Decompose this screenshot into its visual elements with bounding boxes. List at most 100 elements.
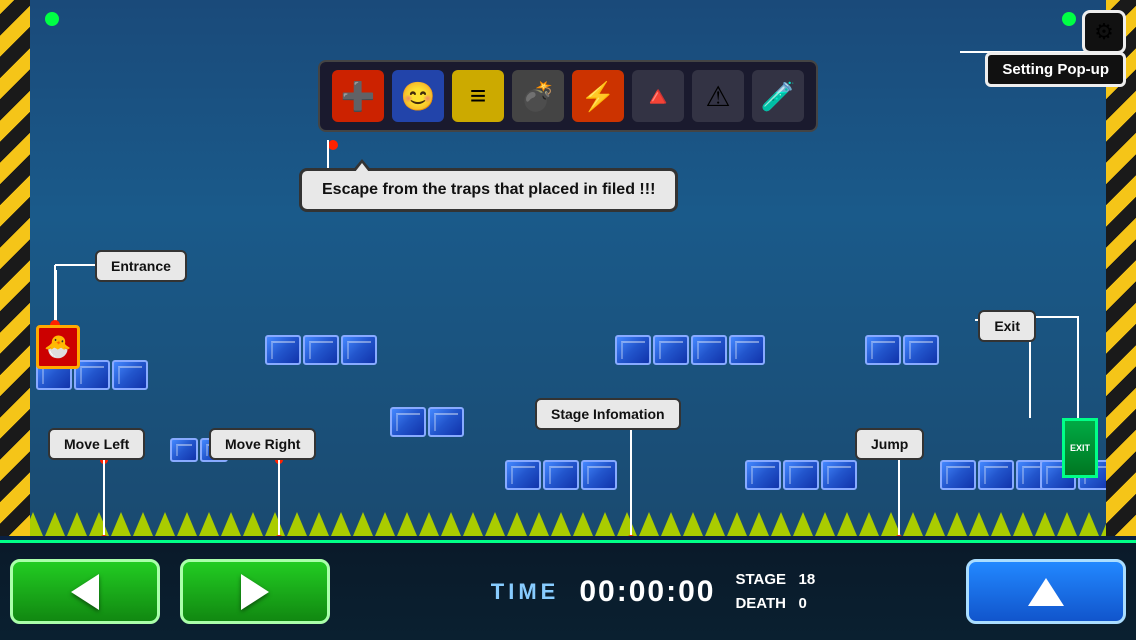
spike bbox=[1079, 512, 1099, 536]
toolbar-ball[interactable]: 😊 bbox=[392, 70, 444, 122]
toolbar-coin[interactable]: ≡ bbox=[452, 70, 504, 122]
timer-area: TIME 00:00:00 STAGE 18 DEATH 0 bbox=[340, 568, 966, 616]
bottom-bar: TIME 00:00:00 STAGE 18 DEATH 0 bbox=[0, 540, 1136, 640]
spike bbox=[859, 512, 879, 536]
move-right-button[interactable] bbox=[180, 559, 330, 624]
move-right-label: Move Right bbox=[209, 428, 316, 460]
stage-label: STAGE bbox=[735, 571, 786, 588]
toolbar-bomb[interactable]: 💣 bbox=[512, 70, 564, 122]
spike-row-div bbox=[0, 512, 1136, 536]
block bbox=[783, 460, 819, 490]
block bbox=[170, 438, 198, 462]
move-left-button[interactable] bbox=[10, 559, 160, 624]
block bbox=[691, 335, 727, 365]
entrance-line-v bbox=[55, 270, 57, 325]
left-arrow-icon bbox=[71, 574, 99, 610]
spike-container bbox=[0, 510, 1136, 536]
toolbar: ➕ 😊 ≡ 💣 ⚡ 🔺 ⚠ 🧪 bbox=[318, 60, 818, 132]
toolbar-potion[interactable]: 🧪 bbox=[752, 70, 804, 122]
game-area: ⚙ Setting Pop-up ➕ 😊 ≡ 💣 ⚡ 🔺 ⚠ 🧪 Escape … bbox=[0, 0, 1136, 540]
hazard-left bbox=[0, 0, 30, 536]
escape-text: Escape from the traps that placed in fil… bbox=[322, 181, 655, 198]
spike bbox=[683, 512, 703, 536]
corner-dot-right bbox=[1062, 12, 1076, 26]
spike bbox=[397, 512, 417, 536]
spike bbox=[595, 512, 615, 536]
setting-popup-label: Setting Pop-up bbox=[985, 52, 1126, 87]
setting-button[interactable]: ⚙ bbox=[1082, 10, 1126, 54]
block bbox=[428, 407, 464, 437]
platform-lower-right2 bbox=[940, 460, 1052, 490]
platform-upper-right bbox=[865, 335, 939, 365]
spike bbox=[749, 512, 769, 536]
block bbox=[940, 460, 976, 490]
toolbar-caution[interactable]: ⚠ bbox=[692, 70, 744, 122]
death-row: DEATH 0 bbox=[735, 592, 815, 616]
toolbar-connector-dot bbox=[328, 140, 338, 150]
stage-info-label: Stage Infomation bbox=[535, 398, 681, 430]
spike bbox=[331, 512, 351, 536]
spike bbox=[727, 512, 747, 536]
block bbox=[390, 407, 426, 437]
block bbox=[653, 335, 689, 365]
move-left-label: Move Left bbox=[48, 428, 145, 460]
spike bbox=[287, 512, 307, 536]
player-character: 🐣 bbox=[36, 325, 80, 369]
jump-button[interactable] bbox=[966, 559, 1126, 624]
entrance-label: Entrance bbox=[95, 250, 187, 282]
spike bbox=[771, 512, 791, 536]
block bbox=[729, 335, 765, 365]
block bbox=[745, 460, 781, 490]
block bbox=[581, 460, 617, 490]
spike bbox=[221, 512, 241, 536]
spike bbox=[925, 512, 945, 536]
spike bbox=[793, 512, 813, 536]
escape-text-bubble: Escape from the traps that placed in fil… bbox=[299, 168, 678, 212]
platform-upper-left bbox=[265, 335, 377, 365]
exit-line-h bbox=[1029, 316, 1079, 318]
spike bbox=[265, 512, 285, 536]
jump-label: Jump bbox=[855, 428, 924, 460]
gear-icon: ⚙ bbox=[1094, 19, 1114, 45]
toolbar-cone[interactable]: 🔺 bbox=[632, 70, 684, 122]
spike bbox=[199, 512, 219, 536]
platform-mid-small bbox=[390, 407, 464, 437]
stage-row: STAGE 18 bbox=[735, 568, 815, 592]
spike bbox=[243, 512, 263, 536]
spike bbox=[485, 512, 505, 536]
platform-upper-center bbox=[615, 335, 765, 365]
spike bbox=[375, 512, 395, 536]
spike bbox=[353, 512, 373, 536]
block bbox=[543, 460, 579, 490]
spike bbox=[1035, 512, 1055, 536]
death-value: 0 bbox=[799, 595, 807, 612]
up-arrow-icon bbox=[1028, 578, 1064, 606]
spike bbox=[573, 512, 593, 536]
spike bbox=[45, 512, 65, 536]
block bbox=[978, 460, 1014, 490]
spike bbox=[991, 512, 1011, 536]
exit-door: EXIT bbox=[1062, 418, 1098, 478]
platform-lower-left-center bbox=[505, 460, 617, 490]
spike bbox=[1013, 512, 1033, 536]
stage-value: 18 bbox=[799, 571, 816, 588]
toolbar-health[interactable]: ➕ bbox=[332, 70, 384, 122]
spike bbox=[67, 512, 87, 536]
spike bbox=[441, 512, 461, 536]
platform-lower-right-center bbox=[745, 460, 857, 490]
spike-row-inner bbox=[0, 512, 1136, 536]
spike bbox=[155, 512, 175, 536]
spike bbox=[903, 512, 923, 536]
block bbox=[821, 460, 857, 490]
block bbox=[903, 335, 939, 365]
spike bbox=[1057, 512, 1077, 536]
spike bbox=[529, 512, 549, 536]
spike bbox=[837, 512, 857, 536]
spike bbox=[639, 512, 659, 536]
toolbar-red-block[interactable]: ⚡ bbox=[572, 70, 624, 122]
right-arrow-icon bbox=[241, 574, 269, 610]
stats-area: STAGE 18 DEATH 0 bbox=[735, 568, 815, 616]
spike bbox=[111, 512, 131, 536]
spike bbox=[815, 512, 835, 536]
exit-label: Exit bbox=[978, 310, 1036, 342]
